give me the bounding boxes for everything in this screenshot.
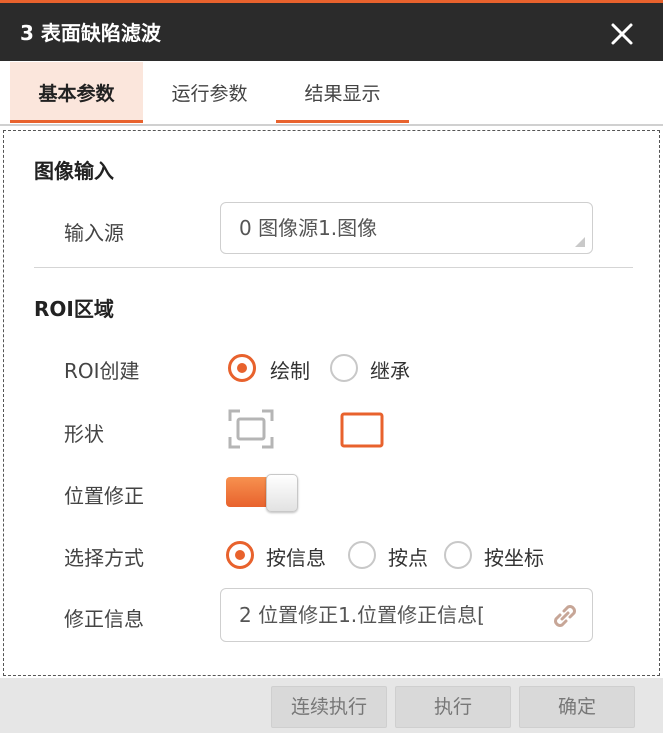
fix-info-label: 修正信息 [64,607,144,631]
roi-corners-icon[interactable] [228,409,274,449]
select-mode-info-label: 按信息 [266,546,326,570]
tab-result-display[interactable]: 结果显示 [276,62,409,123]
roi-section-title: ROI区域 [34,297,114,321]
roi-create-inherit-radio[interactable] [330,354,358,382]
toggle-knob [266,474,298,512]
select-mode-info-radio[interactable] [226,541,254,569]
rectangle-icon[interactable] [340,412,384,448]
position-fix-label: 位置修正 [64,484,144,508]
select-mode-coord-radio[interactable] [444,541,472,569]
run-button[interactable]: 执行 [395,686,511,728]
roi-create-inherit-label: 继承 [370,359,410,383]
fix-info-value: 2 位置修正1.位置修正信息[ [239,603,485,627]
tab-basic-params[interactable]: 基本参数 [10,62,143,123]
dialog-window: 3 表面缺陷滤波 基本参数 运行参数 结果显示 图像输入 输入源 0 图像源1.… [0,0,663,733]
dropdown-corner-icon [575,237,585,247]
dialog-footer: 连续执行 执行 确定 [0,678,663,733]
roi-create-draw-radio[interactable] [228,354,256,382]
roi-create-draw-label: 绘制 [270,359,310,383]
fix-info-input[interactable]: 2 位置修正1.位置修正信息[ [220,588,593,642]
dialog-title: 3 表面缺陷滤波 [20,21,161,45]
section-divider [34,267,633,268]
tab-divider [0,124,663,126]
close-icon[interactable] [607,19,637,49]
link-icon[interactable] [550,601,580,631]
input-source-value: 0 图像源1.图像 [239,216,378,240]
select-mode-coord-label: 按坐标 [484,546,544,570]
image-input-section-title: 图像输入 [34,159,114,183]
title-bar: 3 表面缺陷滤波 [0,3,663,61]
roi-create-label: ROI创建 [64,359,140,383]
tab-bar: 基本参数 运行参数 结果显示 [0,61,663,124]
select-mode-point-label: 按点 [388,546,428,570]
confirm-button[interactable]: 确定 [519,686,635,728]
input-source-label: 输入源 [64,221,124,245]
input-source-select[interactable]: 0 图像源1.图像 [220,202,593,254]
tab-run-params[interactable]: 运行参数 [143,62,276,123]
position-fix-toggle[interactable] [226,474,298,512]
continuous-run-button[interactable]: 连续执行 [271,686,387,728]
shape-label: 形状 [64,422,104,446]
select-mode-point-radio[interactable] [348,541,376,569]
select-mode-label: 选择方式 [64,546,144,570]
